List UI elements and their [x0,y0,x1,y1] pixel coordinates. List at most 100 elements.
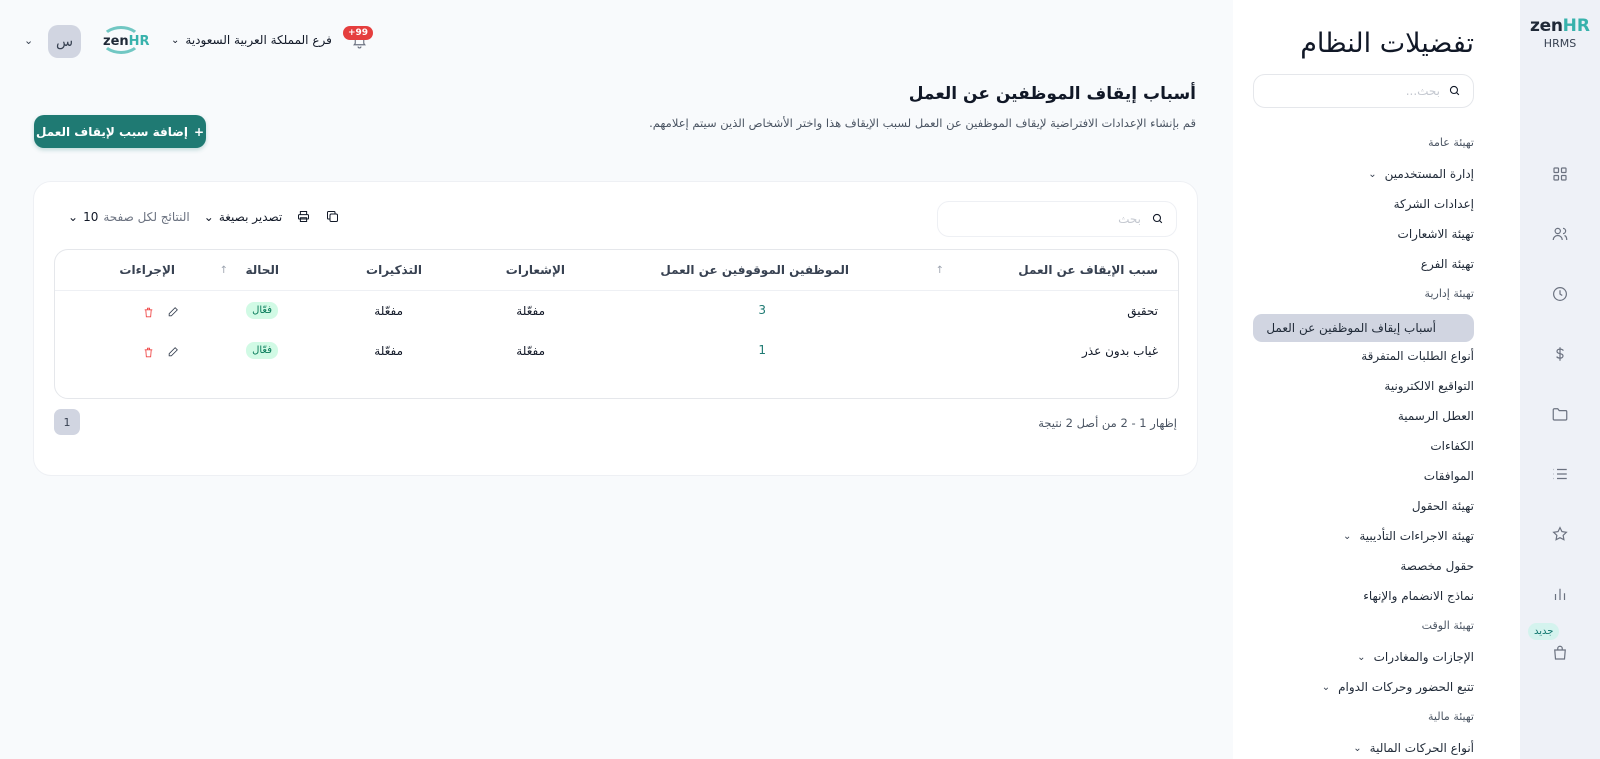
sidebar-item-label: إدارة المستخدمين [1384,167,1474,181]
col-reason: سبب الإيقاف عن العمل [1018,263,1158,277]
sidebar-item-label: حقول مخصصة [1400,559,1474,573]
page-button-1[interactable]: 1 [54,409,80,435]
sidebar-item-fields-setup[interactable]: تهيئة الحقول [1412,499,1474,513]
sidebar-item-label: أنواع الطلبات المتفرقة [1361,349,1474,363]
print-icon[interactable] [296,209,311,224]
sidebar-item-competencies[interactable]: الكفاءات [1430,439,1474,453]
table-header: سبب الإيقاف عن العمل ↑ الموظفين الموقوفي… [55,250,1178,291]
col-suspended: الموظفين الموقوفين عن العمل [660,263,849,277]
export-select[interactable]: ⌄ تصدير بصيغة [204,210,282,224]
col-reminders: التذكيرات [366,263,422,277]
logo-swirl [101,26,141,54]
search-icon [1151,210,1164,229]
branch-label: فرع المملكة العربية السعودية [185,33,332,47]
chevron-down-icon: ⌄ [1342,530,1352,542]
sidebar-item-user-mgmt[interactable]: إدارة المستخدمين ⌄ [1368,167,1474,181]
add-reason-label: إضافة سبب لإيقاف العمل [35,124,188,139]
sidebar-item-label: تهيئة الحقول [1411,499,1474,513]
dollar-icon[interactable] [1550,344,1570,364]
section-time: تهيئة الوقت [1421,619,1474,632]
add-reason-button[interactable]: + إضافة سبب لإيقاف العمل [34,115,206,148]
cell-suspended-count[interactable]: 1 [758,343,766,357]
grid-icon[interactable] [1550,164,1570,184]
edit-icon[interactable] [167,303,180,317]
sort-arrow-icon[interactable]: ↑ [220,265,228,276]
sidebar-item-label: الكفاءات [1430,439,1474,453]
status-badge: فعّال [246,342,278,359]
user-menu-chevron-down-icon[interactable]: ⌄ [24,34,33,47]
sidebar-item-label: تهيئة الاشعارات [1397,227,1474,241]
search-icon [1448,82,1461,101]
edit-icon[interactable] [167,343,180,357]
cell-reminders: مفعّلة [374,344,403,358]
sidebar-item-company-settings[interactable]: إعدادات الشركة [1394,197,1474,211]
per-page-select[interactable]: ⌄ 10 النتائج لكل صفحة [68,210,190,224]
cell-notifications: مفعّلة [516,304,545,318]
col-notifications: الإشعارات [505,263,565,277]
zenhr-logo[interactable]: zenHR HRMS [1520,16,1600,50]
chevron-down-icon: ⌄ [1368,168,1377,180]
sidebar-item-label: تهيئة الفرع [1420,257,1474,271]
sidebar-item-misc-requests[interactable]: أنواع الطلبات المتفرقة [1361,349,1474,363]
plus-icon: + [193,124,205,139]
chevron-down-icon: ⌄ [1357,651,1366,663]
sidebar-item-disciplinary[interactable]: تهيئة الاجراءات التأديبية ⌄ [1343,529,1474,543]
reasons-table: سبب الإيقاف عن العمل ↑ الموظفين الموقوفي… [54,249,1179,399]
chevron-down-icon: ⌄ [68,209,79,224]
logo-zen: zen [1530,16,1563,36]
per-page-label: النتائج لكل صفحة [103,209,190,224]
page-description: قم بإنشاء الإعدادات الافتراضية لإيقاف ال… [649,116,1196,130]
cell-reason: تحقيق [1127,304,1158,318]
icon-rail: zenHR HRMS جديد [1520,0,1600,759]
users-icon[interactable] [1550,224,1570,244]
col-actions: الإجراءات [119,263,175,277]
sidebar-item-e-signatures[interactable]: التواقيع الالكترونية [1384,379,1474,393]
sidebar-item-label: أنواع الحركات المالية [1369,741,1474,755]
folder-icon[interactable] [1550,404,1570,424]
sidebar-search[interactable] [1253,74,1474,108]
sidebar-item-financial-types[interactable]: أنواع الحركات المالية ⌄ [1353,741,1474,755]
sidebar-item-branch-setup[interactable]: تهيئة الفرع [1421,257,1474,271]
sidebar-item-label: إعدادات الشركة [1393,197,1474,211]
logo-product: HRMS [1543,37,1577,50]
table-search[interactable] [937,201,1177,237]
sidebar-item-attendance[interactable]: تتبع الحضور وحركات الدوام ⌄ [1322,680,1474,694]
cell-suspended-count[interactable]: 3 [758,303,766,317]
delete-icon[interactable] [142,304,155,318]
export-label: تصدير بصيغة [218,209,283,224]
sidebar-item-label: أسباب إيقاف الموظفين عن العمل [1266,321,1436,335]
section-finance: تهيئة مالية [1428,710,1474,723]
section-admin: تهيئة إدارية [1424,287,1474,300]
delete-icon[interactable] [142,344,155,358]
reasons-card: ⌄ 10 النتائج لكل صفحة ⌄ تصدير بصيغة سبب … [33,181,1198,476]
copy-icon[interactable] [325,209,340,224]
sidebar-item-notifications-setup[interactable]: تهيئة الاشعارات [1398,227,1474,241]
star-icon[interactable] [1550,524,1570,544]
sort-arrow-icon[interactable]: ↑ [936,265,944,276]
sidebar-item-suspension-reasons[interactable]: أسباب إيقاف الموظفين عن العمل [1253,314,1474,342]
sidebar-item-holidays[interactable]: العطل الرسمية [1398,409,1474,423]
sidebar-item-leaves[interactable]: الإجازات والمغادرات ⌄ [1357,650,1474,664]
sidebar-item-label: نماذج الانضمام والإنهاء [1363,589,1474,603]
sidebar-item-label: التواقيع الالكترونية [1384,379,1474,393]
sidebar-item-custom-fields[interactable]: حقول مخصصة [1400,559,1474,573]
section-general: تهيئة عامة [1428,136,1474,149]
sidebar-search-input[interactable] [1270,84,1440,98]
status-badge: فعّال [246,302,278,319]
sidebar-item-label: تتبع الحضور وحركات الدوام [1338,680,1474,694]
company-logo[interactable]: zenHR [101,26,150,54]
sidebar-item-label: العطل الرسمية [1397,409,1474,423]
sidebar-item-approvals[interactable]: الموافقات [1424,469,1474,483]
clock-icon[interactable] [1550,284,1570,304]
avatar[interactable]: س [48,25,81,58]
new-badge: جديد [1528,623,1560,640]
table-search-input[interactable] [951,212,1141,226]
notification-count-badge: +99 [343,26,374,40]
bag-icon[interactable] [1550,643,1570,663]
branch-selector[interactable]: فرع المملكة العربية السعودية ⌄ [171,33,332,47]
chart-icon[interactable] [1550,584,1570,604]
cell-notifications: مفعّلة [516,344,545,358]
notifications-button[interactable]: +99 [343,26,374,52]
sidebar-item-onboarding[interactable]: نماذج الانضمام والإنهاء [1363,589,1474,603]
list-icon[interactable] [1550,464,1570,484]
